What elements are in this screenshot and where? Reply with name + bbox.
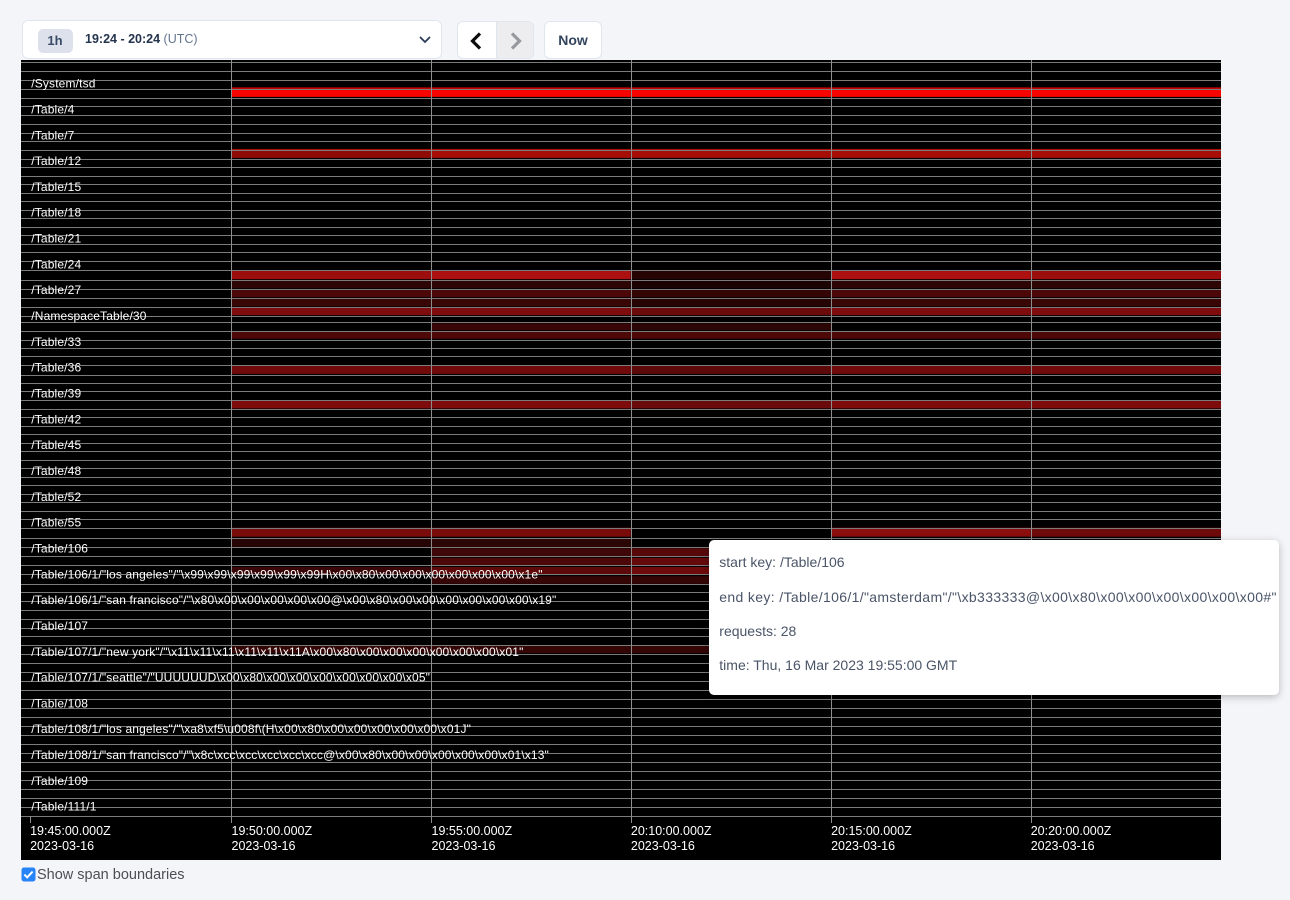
svg-text:/Table/107/1/"new york"/"\x11\: /Table/107/1/"new york"/"\x11\x11\x11\x1… [31, 644, 523, 658]
svg-text:19:55:00.000Z: 19:55:00.000Z [432, 823, 513, 837]
svg-text:19:50:00.000Z: 19:50:00.000Z [232, 823, 313, 837]
svg-text:/Table/52: /Table/52 [31, 489, 81, 503]
svg-text:/Table/48: /Table/48 [31, 464, 81, 478]
svg-text:/System/tsd: /System/tsd [31, 76, 95, 90]
svg-text:/Table/107: /Table/107 [31, 618, 88, 632]
svg-text:/Table/4: /Table/4 [31, 102, 74, 116]
svg-text:2023-03-16: 2023-03-16 [831, 838, 895, 852]
svg-text:/Table/45: /Table/45 [31, 438, 81, 452]
svg-text:/Table/12: /Table/12 [31, 154, 81, 168]
svg-text:19:45:00.000Z: 19:45:00.000Z [30, 823, 111, 837]
svg-text:2023-03-16: 2023-03-16 [232, 838, 296, 852]
svg-text:20:20:00.000Z: 20:20:00.000Z [1031, 823, 1112, 837]
svg-text:/Table/108/1/"san francisco"/": /Table/108/1/"san francisco"/"\x8c\xcc\x… [31, 748, 549, 762]
svg-text:/Table/36: /Table/36 [31, 360, 81, 374]
svg-text:/Table/18: /Table/18 [31, 205, 81, 219]
svg-text:/Table/106: /Table/106 [31, 541, 88, 555]
svg-text:20:15:00.000Z: 20:15:00.000Z [831, 823, 912, 837]
svg-text:/Table/108/1/"los angeles"/"\x: /Table/108/1/"los angeles"/"\xa8\xf5\u00… [31, 722, 471, 736]
svg-text:20:10:00.000Z: 20:10:00.000Z [631, 823, 712, 837]
svg-text:/Table/107/1/"seattle"/"UUUUUU: /Table/107/1/"seattle"/"UUUUUUD\x00\x80\… [31, 670, 430, 684]
svg-text:/Table/106/1/"los angeles"/"\x: /Table/106/1/"los angeles"/"\x99\x99\x99… [31, 567, 542, 581]
svg-text:/Table/39: /Table/39 [31, 386, 81, 400]
svg-text:/Table/106/1/"san francisco"/": /Table/106/1/"san francisco"/"\x80\x00\x… [31, 593, 556, 607]
svg-text:2023-03-16: 2023-03-16 [631, 838, 695, 852]
svg-text:/Table/24: /Table/24 [31, 257, 81, 271]
svg-text:/Table/42: /Table/42 [31, 412, 81, 426]
svg-text:/Table/111/1: /Table/111/1 [31, 799, 96, 813]
svg-text:/Table/55: /Table/55 [31, 515, 81, 529]
svg-text:/Table/7: /Table/7 [31, 128, 74, 142]
svg-text:/Table/33: /Table/33 [31, 334, 81, 348]
svg-text:2023-03-16: 2023-03-16 [432, 838, 496, 852]
svg-text:2023-03-16: 2023-03-16 [30, 838, 94, 852]
svg-text:2023-03-16: 2023-03-16 [1031, 838, 1095, 852]
svg-text:/Table/27: /Table/27 [31, 283, 81, 297]
svg-text:/Table/15: /Table/15 [31, 179, 81, 193]
svg-text:/NamespaceTable/30: /NamespaceTable/30 [31, 309, 146, 323]
svg-text:/Table/109: /Table/109 [31, 773, 88, 787]
svg-text:/Table/108: /Table/108 [31, 696, 88, 710]
svg-text:/Table/21: /Table/21 [31, 231, 81, 245]
